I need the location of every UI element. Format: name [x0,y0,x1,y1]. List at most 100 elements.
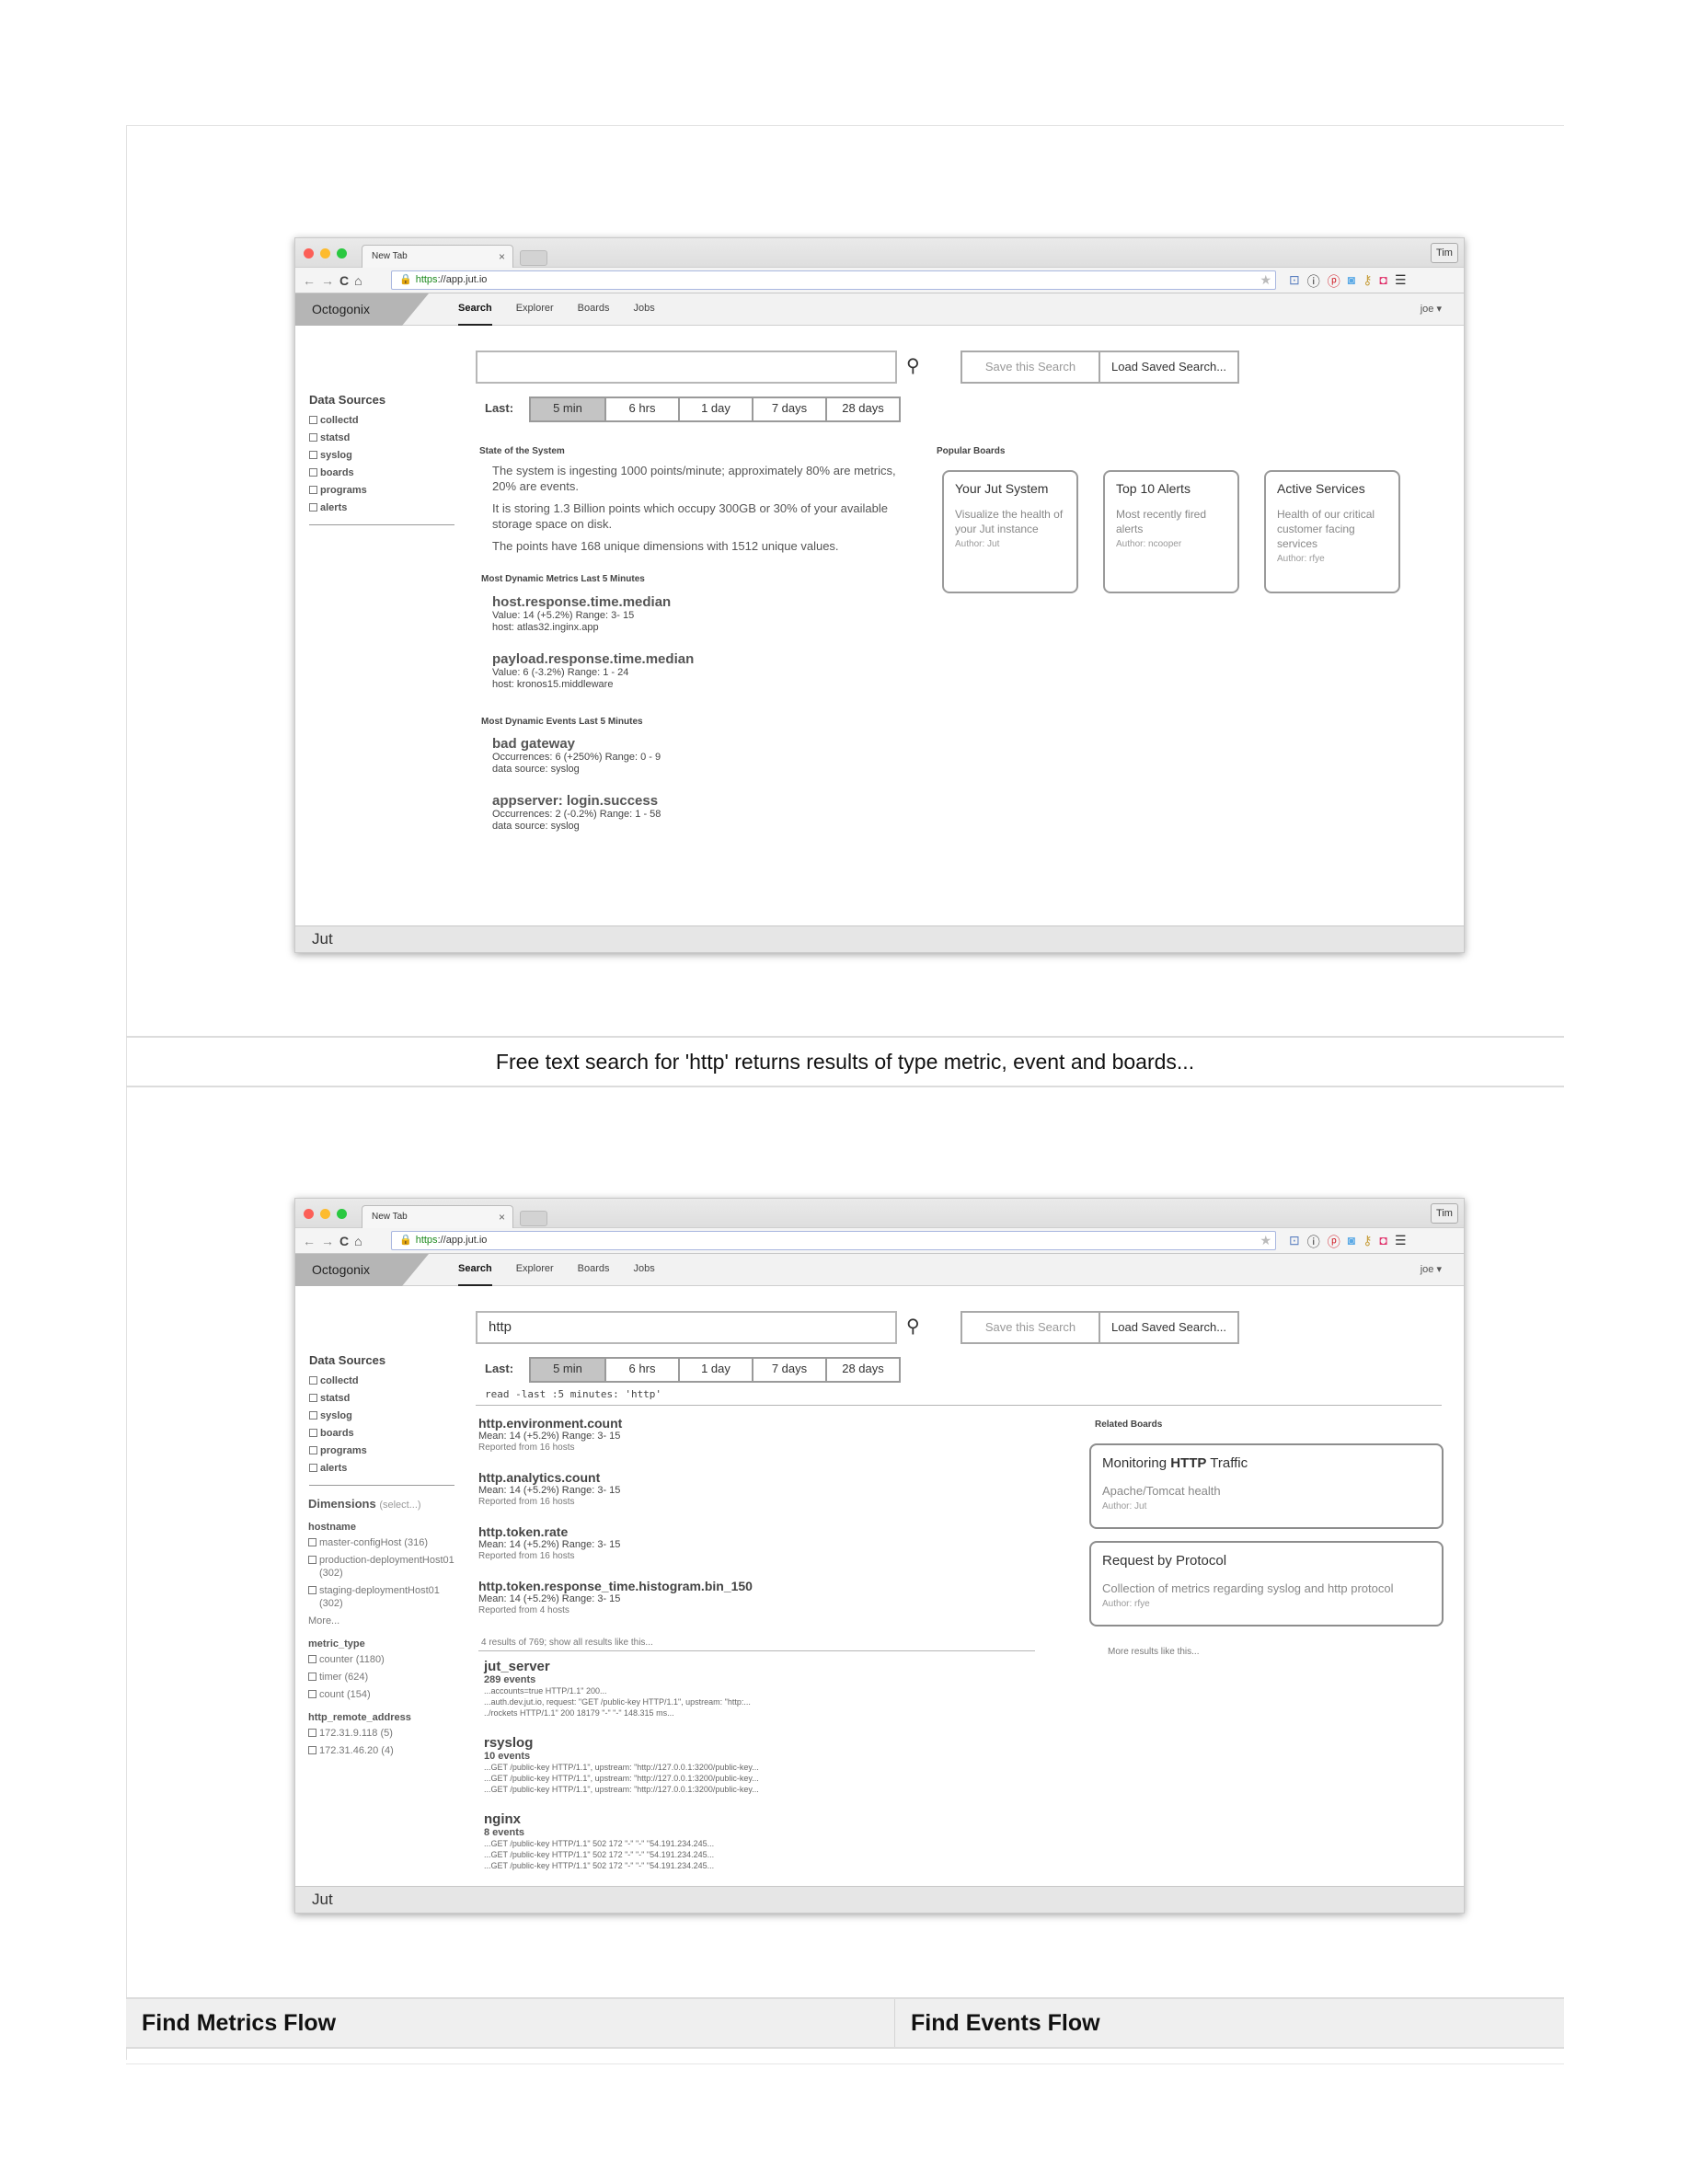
dimensions-select-link[interactable]: (select...) [379,1500,420,1511]
search-icon[interactable]: ⚲ [906,1315,920,1338]
checkbox-icon[interactable] [309,468,317,477]
tab-jobs[interactable]: Jobs [634,1254,655,1286]
event-result-name[interactable]: rsyslog [484,1735,759,1751]
search-input[interactable]: http [476,1311,897,1344]
checkbox-icon[interactable] [309,1446,317,1454]
tab-close-icon[interactable]: × [499,246,505,268]
tab-explorer[interactable]: Explorer [516,293,554,326]
range-5min[interactable]: 5 min [531,1359,604,1381]
checkbox-icon[interactable] [308,1729,316,1737]
range-28days[interactable]: 28 days [825,1359,899,1381]
related-board-card[interactable]: Monitoring HTTP Traffic Apache/Tomcat he… [1089,1443,1444,1529]
info-icon[interactable]: ⓘ [1307,1233,1320,1251]
event-result-name[interactable]: nginx [484,1811,714,1827]
reload-icon[interactable]: C [339,1234,354,1248]
info-icon[interactable]: ⓘ [1307,272,1320,291]
source-alerts[interactable]: alerts [309,500,461,517]
bookmark-star-icon[interactable]: ★ [1260,1232,1271,1249]
metric-result[interactable]: http.analytics.count Mean: 14 (+5.2%) Ra… [478,1470,620,1507]
tab-jobs[interactable]: Jobs [634,293,655,326]
reload-icon[interactable]: C [339,273,354,288]
range-28days[interactable]: 28 days [825,398,899,420]
source-boards[interactable]: boards [309,465,461,482]
range-7days[interactable]: 7 days [752,1359,825,1381]
metric-item[interactable]: payload.response.time.median Value: 6 (-… [492,651,694,691]
metric-result[interactable]: http.token.rate Mean: 14 (+5.2%) Range: … [478,1524,620,1561]
checkbox-icon[interactable] [309,1411,317,1420]
metric-name[interactable]: payload.response.time.median [492,651,694,667]
dimension-option[interactable]: count (154) [308,1688,455,1701]
range-6hrs[interactable]: 6 hrs [604,398,678,420]
menu-icon[interactable]: ☰ [1395,1233,1407,1251]
bookmark-star-icon[interactable]: ★ [1260,271,1271,289]
checkbox-icon[interactable] [309,1376,317,1385]
bookmark-icon[interactable]: ⊡ [1289,272,1300,291]
checkbox-icon[interactable] [309,416,317,424]
dimension-option[interactable]: 172.31.46.20 (4) [308,1744,455,1757]
event-result[interactable]: jut_server 289 events ...accounts=true H… [484,1659,751,1718]
show-all-results-link[interactable]: 4 results of 769; show all results like … [481,1638,653,1648]
metric-result[interactable]: http.environment.count Mean: 14 (+5.2%) … [478,1416,622,1453]
save-search-button[interactable]: Save this Search [962,352,1100,382]
home-icon[interactable]: ⌂ [354,273,367,288]
checkbox-icon[interactable] [308,1538,316,1546]
event-result-name[interactable]: jut_server [484,1659,751,1674]
pinterest-icon[interactable]: ⓟ [1328,1233,1340,1251]
new-tab-button[interactable] [520,250,547,266]
source-programs[interactable]: programs [309,1443,461,1460]
more-link[interactable]: More... [308,1615,455,1627]
source-collectd[interactable]: collectd [309,412,461,430]
forward-icon[interactable]: → [321,1234,339,1248]
metric-result-name[interactable]: http.token.rate [478,1524,620,1539]
checkbox-icon[interactable] [308,1672,316,1681]
brand-logo[interactable]: Octogonix [295,293,429,326]
back-icon[interactable]: ← [303,273,321,288]
new-tab-button[interactable] [520,1211,547,1226]
event-name[interactable]: bad gateway [492,736,661,752]
more-results-link[interactable]: More results like this... [1108,1647,1199,1657]
checkbox-icon[interactable] [308,1586,316,1594]
checkbox-icon[interactable] [309,503,317,512]
browser-tab[interactable]: New Tab × [362,1205,513,1228]
dimension-option[interactable]: counter (1180) [308,1653,455,1666]
home-icon[interactable]: ⌂ [354,1234,367,1248]
checkbox-icon[interactable] [308,1746,316,1754]
tab-boards[interactable]: Boards [578,1254,610,1286]
tab-search[interactable]: Search [458,293,492,326]
metric-result-name[interactable]: http.environment.count [478,1416,622,1431]
window-controls[interactable] [304,248,347,259]
range-1day[interactable]: 1 day [678,398,752,420]
back-icon[interactable]: ← [303,1234,321,1248]
source-syslog[interactable]: syslog [309,1408,461,1425]
metric-result[interactable]: http.token.response_time.histogram.bin_1… [478,1579,753,1615]
forward-icon[interactable]: → [321,273,339,288]
camera-icon[interactable]: ◙ [1348,1233,1355,1251]
dimension-option[interactable]: timer (624) [308,1671,455,1684]
dimension-option[interactable]: 172.31.9.118 (5) [308,1727,455,1740]
source-statsd[interactable]: statsd [309,430,461,447]
key-icon[interactable]: ⚷ [1363,1233,1372,1251]
event-item[interactable]: bad gateway Occurrences: 6 (+250%) Range… [492,736,661,776]
range-7days[interactable]: 7 days [752,398,825,420]
user-menu[interactable]: joe ▾ [1421,1254,1442,1286]
checkbox-icon[interactable] [309,1394,317,1402]
profile-button[interactable]: Tim [1431,243,1458,263]
profile-button[interactable]: Tim [1431,1203,1458,1224]
minimize-window-icon[interactable] [320,248,330,259]
tab-explorer[interactable]: Explorer [516,1254,554,1286]
checkbox-icon[interactable] [309,486,317,494]
browser-tab[interactable]: New Tab × [362,245,513,268]
close-window-icon[interactable] [304,1209,314,1219]
source-alerts[interactable]: alerts [309,1460,461,1477]
dimension-option[interactable]: staging-deploymentHost01 (302) [308,1584,455,1610]
range-6hrs[interactable]: 6 hrs [604,1359,678,1381]
metric-result-name[interactable]: http.token.response_time.histogram.bin_1… [478,1579,753,1593]
screenshot-icon[interactable]: ◘ [1379,1233,1386,1251]
dimension-option[interactable]: master-configHost (316) [308,1536,455,1549]
source-boards[interactable]: boards [309,1425,461,1443]
menu-icon[interactable]: ☰ [1395,272,1407,291]
address-bar[interactable]: 🔒 https://app.jut.io ★ [391,270,1276,290]
metric-result-name[interactable]: http.analytics.count [478,1470,620,1485]
search-input[interactable] [476,351,897,384]
event-result[interactable]: rsyslog 10 events ...GET /public-key HTT… [484,1735,759,1795]
